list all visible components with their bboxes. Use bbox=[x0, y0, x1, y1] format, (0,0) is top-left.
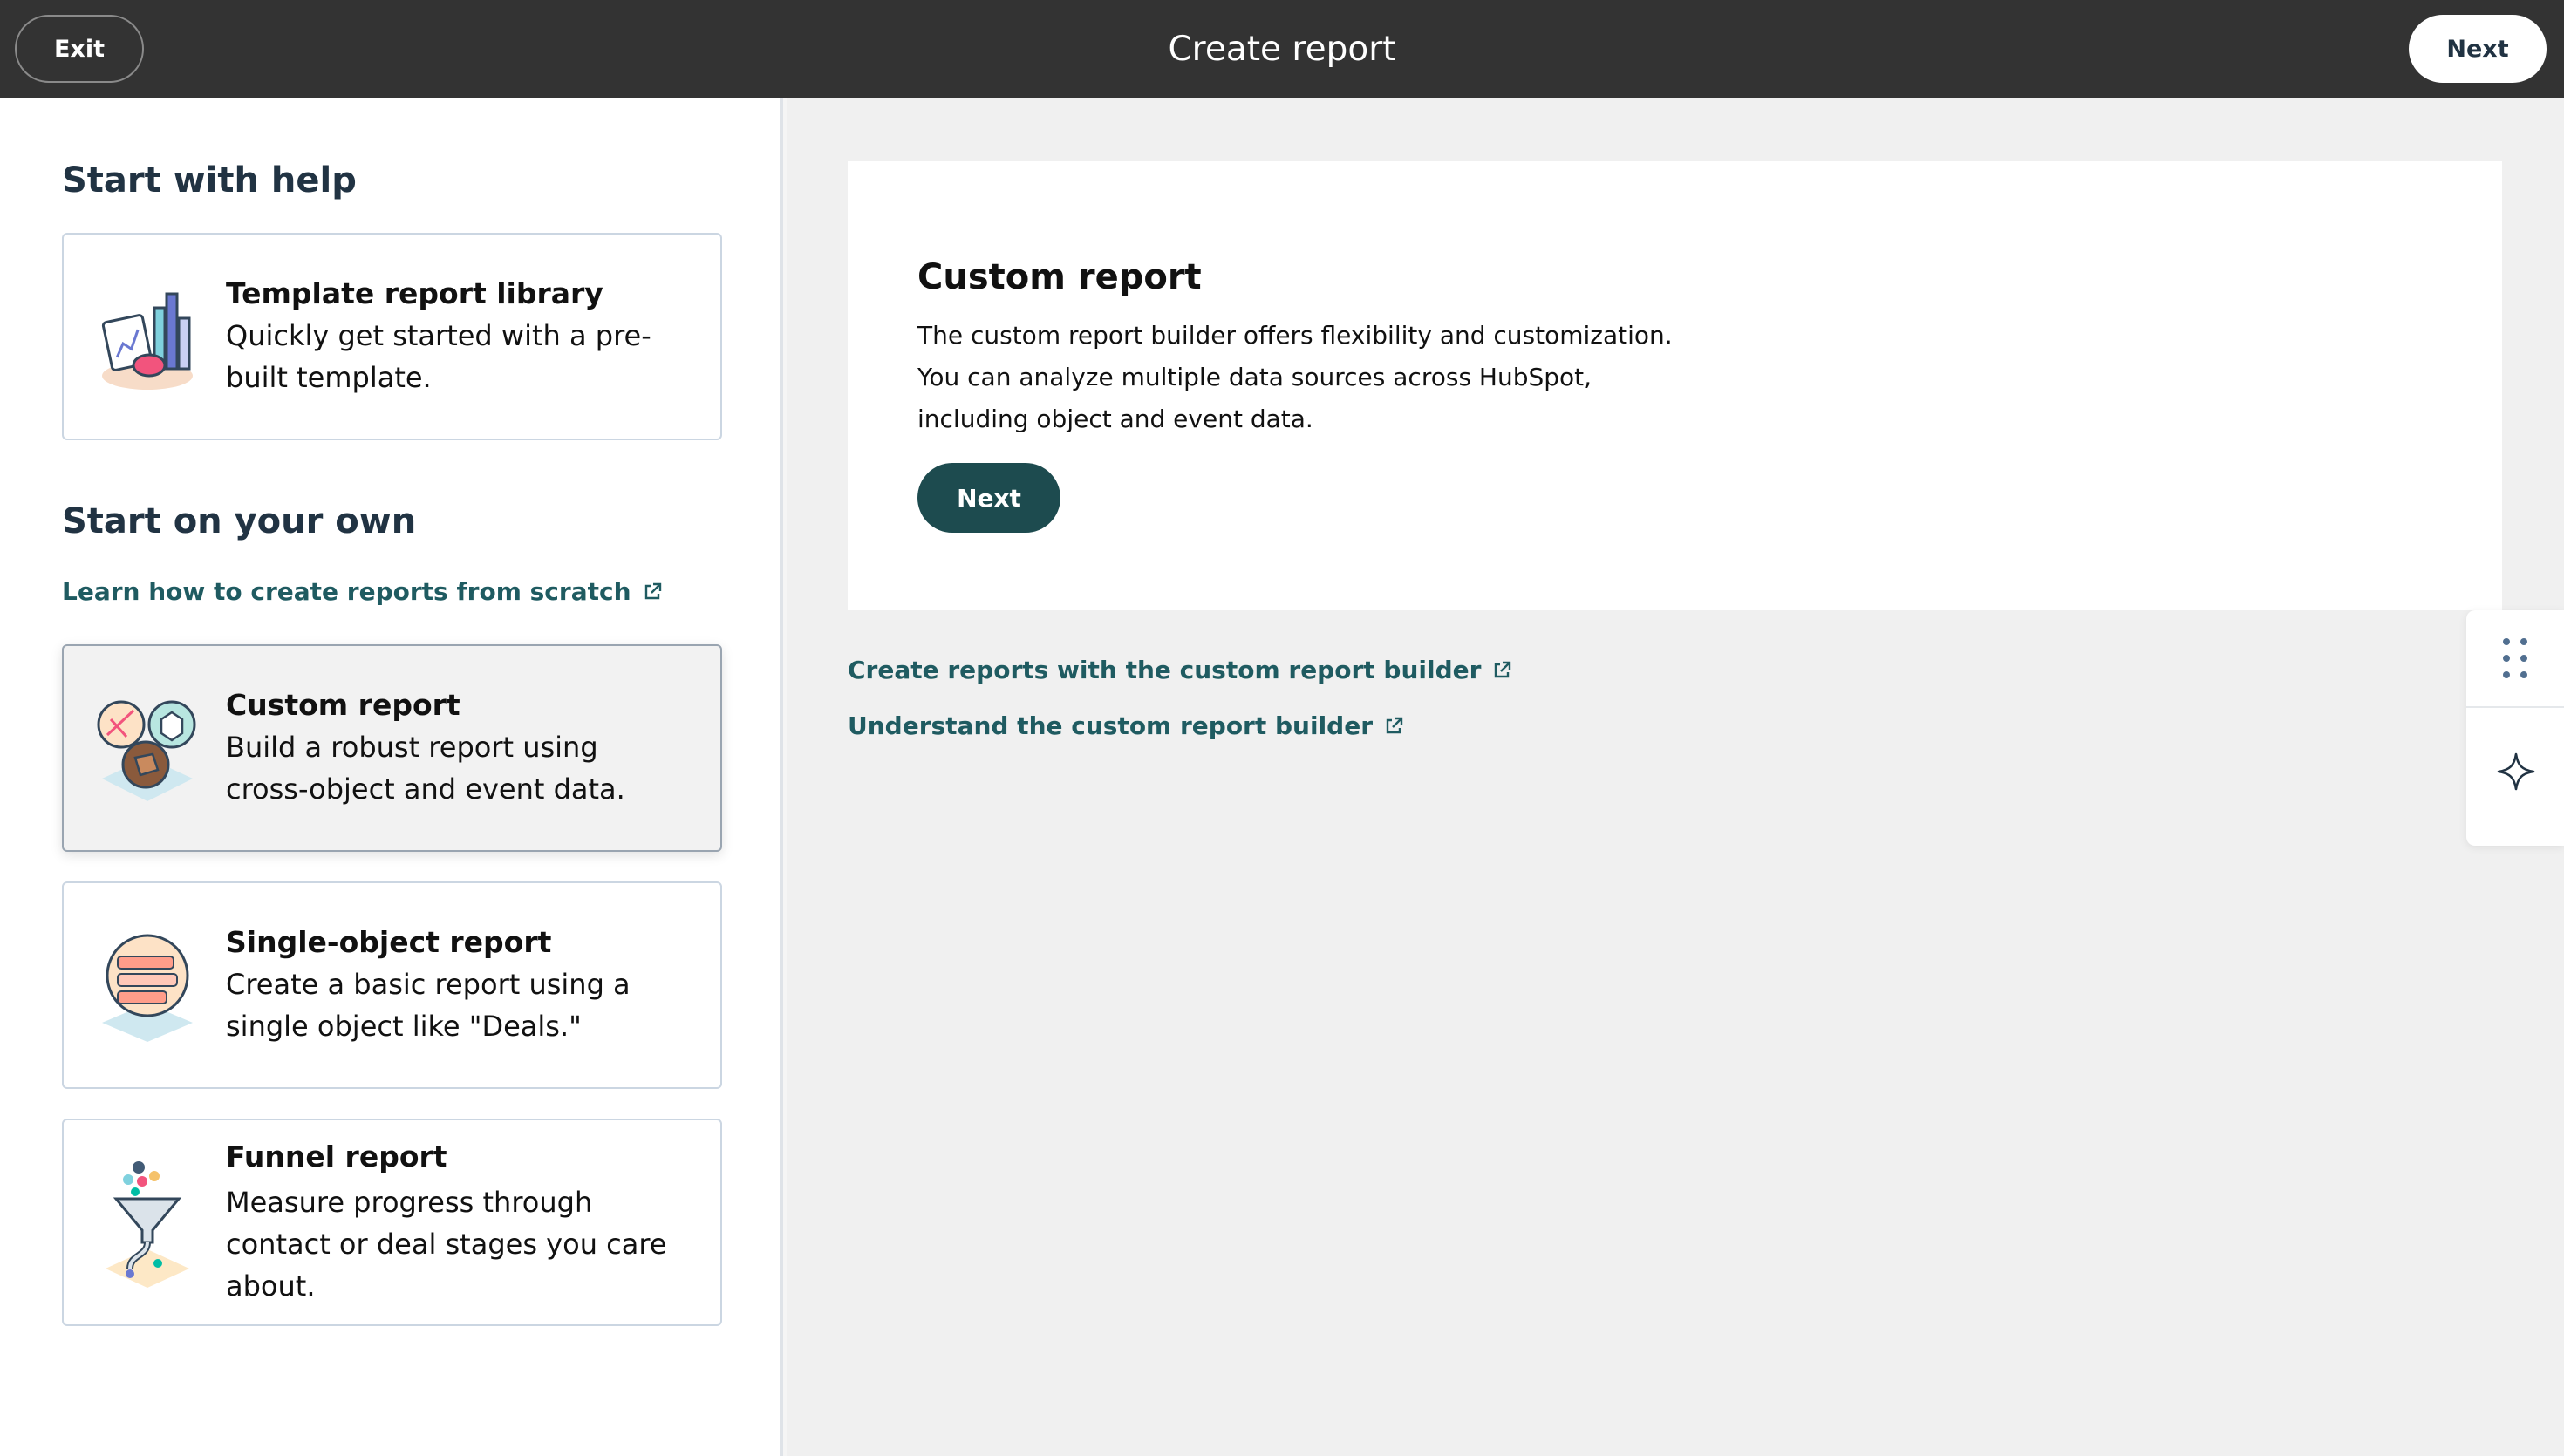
card-title: Single-object report bbox=[226, 925, 552, 959]
widget-divider bbox=[2466, 706, 2564, 708]
start-on-your-own-heading: Start on your own bbox=[62, 501, 417, 541]
learn-link-label: Learn how to create reports from scratch bbox=[62, 577, 631, 606]
learn-create-reports-link[interactable]: Learn how to create reports from scratch bbox=[62, 577, 663, 606]
external-link-icon bbox=[1495, 661, 1511, 677]
custom-builder-link-label: Create reports with the custom report bu… bbox=[848, 656, 1482, 684]
single-object-icon bbox=[102, 934, 193, 1042]
understand-builder-link-label: Understand the custom report builder bbox=[848, 711, 1374, 740]
funnel-report-card[interactable]: Funnel report Measure progress through c… bbox=[62, 1119, 722, 1326]
card-title: Funnel report bbox=[226, 1140, 447, 1174]
detail-title: Custom report bbox=[917, 257, 1202, 297]
top-bar: Exit Create report Next bbox=[0, 0, 2564, 98]
chart-library-icon bbox=[101, 292, 193, 390]
ai-sparkle-icon[interactable] bbox=[2496, 752, 2536, 792]
custom-builder-link[interactable]: Create reports with the custom report bu… bbox=[848, 656, 1512, 684]
funnel-icon bbox=[106, 1161, 189, 1288]
template-library-card[interactable]: Template report library Quickly get star… bbox=[62, 233, 722, 440]
side-assistant-widget bbox=[2466, 610, 2564, 846]
exit-button[interactable]: Exit bbox=[15, 15, 144, 83]
custom-report-detail-card: Custom report The custom report builder … bbox=[848, 161, 2502, 610]
external-link-icon bbox=[1386, 717, 1403, 733]
drag-handle-icon[interactable] bbox=[2498, 636, 2533, 680]
report-detail-panel: Custom report The custom report builder … bbox=[787, 98, 2564, 1456]
external-link-icon bbox=[644, 582, 661, 599]
card-description: Build a robust report using cross-object… bbox=[226, 731, 625, 806]
custom-report-card[interactable]: Custom report Build a robust report usin… bbox=[62, 644, 722, 852]
card-description: Measure progress through contact or deal… bbox=[226, 1186, 667, 1303]
understand-builder-link[interactable]: Understand the custom report builder bbox=[848, 711, 1404, 740]
custom-report-icon bbox=[97, 700, 196, 801]
report-type-panel: Start with help Template report library … bbox=[0, 98, 783, 1456]
single-object-report-card[interactable]: Single-object report Create a basic repo… bbox=[62, 881, 722, 1089]
next-button-header[interactable]: Next bbox=[2409, 15, 2547, 83]
page-title: Create report bbox=[1168, 29, 1396, 69]
card-description: Create a basic report using a single obj… bbox=[226, 968, 631, 1043]
detail-description: The custom report builder offers flexibi… bbox=[917, 321, 1673, 433]
card-title: Template report library bbox=[226, 276, 603, 310]
card-description: Quickly get started with a pre-built tem… bbox=[226, 319, 651, 394]
card-title: Custom report bbox=[226, 688, 460, 722]
next-button[interactable]: Next bbox=[917, 463, 1060, 533]
start-with-help-heading: Start with help bbox=[62, 160, 357, 201]
